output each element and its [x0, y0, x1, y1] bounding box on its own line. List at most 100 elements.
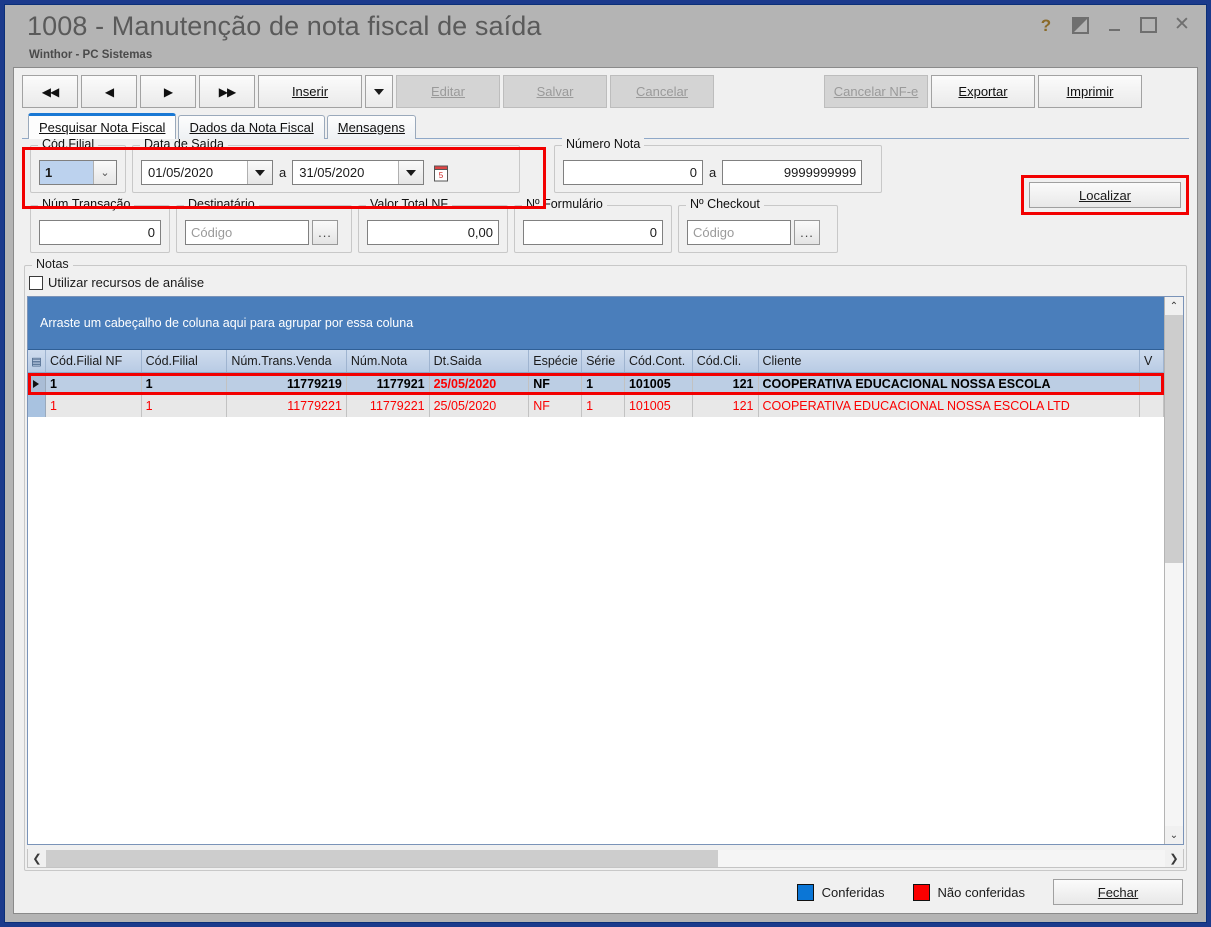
- num-checkout-input[interactable]: Código: [687, 220, 791, 245]
- tab-strip: Pesquisar Nota Fiscal Dados da Nota Fisc…: [14, 113, 1197, 139]
- grid-header-cod-cont[interactable]: Cód.Cont.: [625, 350, 693, 372]
- data-saida-from[interactable]: 01/05/2020: [141, 160, 273, 185]
- row-indicator-icon: [28, 373, 46, 395]
- close-icon[interactable]: ✕: [1172, 15, 1192, 35]
- cell-cod-cont: 101005: [625, 373, 693, 395]
- chevron-down-icon[interactable]: ⌄: [93, 161, 116, 184]
- exportar-label: Exportar: [958, 84, 1008, 99]
- numero-nota-legend: Número Nota: [562, 137, 645, 151]
- vertical-scroll-track[interactable]: [1165, 563, 1183, 826]
- num-checkout-legend: Nº Checkout: [686, 197, 764, 211]
- imprimir-button[interactable]: Imprimir: [1038, 75, 1142, 108]
- cell-dt-saida: 25/05/2020: [430, 395, 530, 417]
- tab-mensagens[interactable]: Mensagens: [326, 115, 416, 139]
- help-icon[interactable]: ?: [1036, 15, 1056, 35]
- tab-label: Pesquisar Nota Fiscal: [39, 120, 166, 135]
- num-formulario-input[interactable]: 0: [523, 220, 663, 245]
- destinatario-placeholder: Código: [191, 225, 233, 240]
- cell-especie: NF: [529, 395, 583, 417]
- table-row[interactable]: 1 1 11779219 1177921 25/05/2020 NF 1 101…: [28, 373, 1164, 395]
- toolbar: ◀◀ ◀ ▶ ▶▶ Inserir Editar Salvar Cancelar…: [14, 68, 1197, 114]
- grid-header-cod-cli[interactable]: Cód.Cli.: [693, 350, 759, 372]
- footer-bar: Conferidas Não conferidas Fechar: [14, 871, 1197, 913]
- cancelar-nfe-button[interactable]: Cancelar NF-e: [824, 75, 928, 108]
- valor-total-nf-input[interactable]: 0,00: [367, 220, 499, 245]
- data-saida-to[interactable]: 31/05/2020: [292, 160, 425, 185]
- fechar-label: Fechar: [1097, 884, 1139, 900]
- cell-cod-filial: 1: [142, 373, 228, 395]
- svg-text:5: 5: [439, 171, 444, 180]
- num-transacao-value: 0: [147, 225, 155, 240]
- cell-cliente: COOPERATIVA EDUCACIONAL NOSSA ESCOLA: [759, 373, 1141, 395]
- cancelar-button[interactable]: Cancelar: [610, 75, 714, 108]
- tab-label: Mensagens: [337, 120, 405, 135]
- grid-vertical-scrollbar[interactable]: ⌃ ⌄: [1164, 297, 1183, 844]
- last-record-icon: ▶▶: [218, 84, 236, 99]
- scroll-right-icon[interactable]: ❯: [1165, 852, 1183, 865]
- data-saida-group: Data de Saída 01/05/2020 a 31/05/2020 5: [132, 137, 520, 193]
- grid-header-num-nota[interactable]: Núm.Nota: [347, 350, 430, 372]
- numero-nota-to-value: 9999999999: [783, 165, 857, 180]
- chevron-down-icon[interactable]: [398, 161, 424, 184]
- editar-button[interactable]: Editar: [396, 75, 500, 108]
- group-by-hint: Arraste um cabeçalho de coluna aqui para…: [40, 316, 414, 330]
- grid-header-valor[interactable]: V: [1140, 350, 1164, 372]
- cancelar-label: Cancelar: [635, 84, 689, 99]
- valor-total-nf-group: Valor Total NF 0,00: [358, 197, 508, 253]
- tab-label: Dados da Nota Fiscal: [189, 120, 314, 135]
- grid-header-cod-filial[interactable]: Cód.Filial: [142, 350, 228, 372]
- grid-header-cliente[interactable]: Cliente: [759, 350, 1141, 372]
- table-row[interactable]: 1 1 11779221 11779221 25/05/2020 NF 1 10…: [28, 395, 1164, 417]
- salvar-button[interactable]: Salvar: [503, 75, 607, 108]
- num-transacao-input[interactable]: 0: [39, 220, 161, 245]
- grid-header-serie[interactable]: Série: [582, 350, 625, 372]
- chevron-down-icon[interactable]: [247, 161, 272, 184]
- destinatario-group: Destinatário Código ...: [176, 197, 352, 253]
- cell-cod-cli: 121: [693, 395, 759, 417]
- grid-horizontal-scrollbar[interactable]: ❮ ❯: [27, 849, 1184, 868]
- vertical-scroll-thumb[interactable]: [1165, 315, 1183, 563]
- inserir-dropdown-button[interactable]: [365, 75, 393, 108]
- group-by-drop-area[interactable]: Arraste um cabeçalho de coluna aqui para…: [28, 297, 1164, 350]
- exportar-button[interactable]: Exportar: [931, 75, 1035, 108]
- application-window: 1008 - Manutenção de nota fiscal de saíd…: [4, 4, 1207, 923]
- localizar-button[interactable]: Localizar: [1029, 182, 1181, 208]
- column-chooser-icon[interactable]: ▤: [28, 350, 46, 372]
- maximize-icon[interactable]: [1138, 15, 1158, 35]
- tab-pesquisar-nota-fiscal[interactable]: Pesquisar Nota Fiscal: [28, 113, 177, 139]
- analise-checkbox-row[interactable]: Utilizar recursos de análise: [25, 266, 1186, 296]
- scroll-up-icon[interactable]: ⌃: [1165, 297, 1183, 315]
- num-formulario-value: 0: [649, 225, 657, 240]
- editar-label: Editar: [431, 84, 465, 99]
- horizontal-scroll-track[interactable]: [46, 849, 1165, 867]
- grid-header-especie[interactable]: Espécie: [529, 350, 583, 372]
- analise-checkbox[interactable]: [29, 275, 43, 290]
- scroll-left-icon[interactable]: ❮: [28, 852, 46, 865]
- restore-icon[interactable]: [1070, 15, 1090, 35]
- cell-num-trans-venda: 11779221: [227, 395, 347, 417]
- cell-num-nota: 1177921: [347, 373, 430, 395]
- last-record-button[interactable]: ▶▶: [199, 75, 255, 108]
- calendar-icon[interactable]: 5: [428, 160, 454, 185]
- first-record-button[interactable]: ◀◀: [22, 75, 78, 108]
- fechar-button[interactable]: Fechar: [1053, 879, 1183, 905]
- horizontal-scroll-thumb[interactable]: [46, 849, 718, 867]
- grid-body-area: Arraste um cabeçalho de coluna aqui para…: [28, 297, 1164, 844]
- cell-dt-saida: 25/05/2020: [430, 373, 530, 395]
- minimize-icon[interactable]: [1104, 15, 1124, 35]
- next-record-button[interactable]: ▶: [140, 75, 196, 108]
- grid-header-dt-saida[interactable]: Dt.Saida: [430, 350, 530, 372]
- scroll-down-icon[interactable]: ⌄: [1165, 826, 1183, 844]
- inserir-button[interactable]: Inserir: [258, 75, 362, 108]
- destinatario-input[interactable]: Código: [185, 220, 309, 245]
- grid-header-num-trans-venda[interactable]: Núm.Trans.Venda: [227, 350, 347, 372]
- legend-label-conferidas: Conferidas: [821, 884, 885, 900]
- destinatario-browse-button[interactable]: ...: [312, 220, 338, 245]
- numero-nota-from-input[interactable]: 0: [563, 160, 703, 185]
- grid-header-cod-filial-nf[interactable]: Cód.Filial NF: [46, 350, 142, 372]
- cod-filial-combo[interactable]: 1 ⌄: [39, 160, 117, 185]
- numero-nota-to-input[interactable]: 9999999999: [722, 160, 863, 185]
- tab-dados-da-nota-fiscal[interactable]: Dados da Nota Fiscal: [178, 115, 325, 139]
- num-checkout-browse-button[interactable]: ...: [794, 220, 820, 245]
- previous-record-button[interactable]: ◀: [81, 75, 137, 108]
